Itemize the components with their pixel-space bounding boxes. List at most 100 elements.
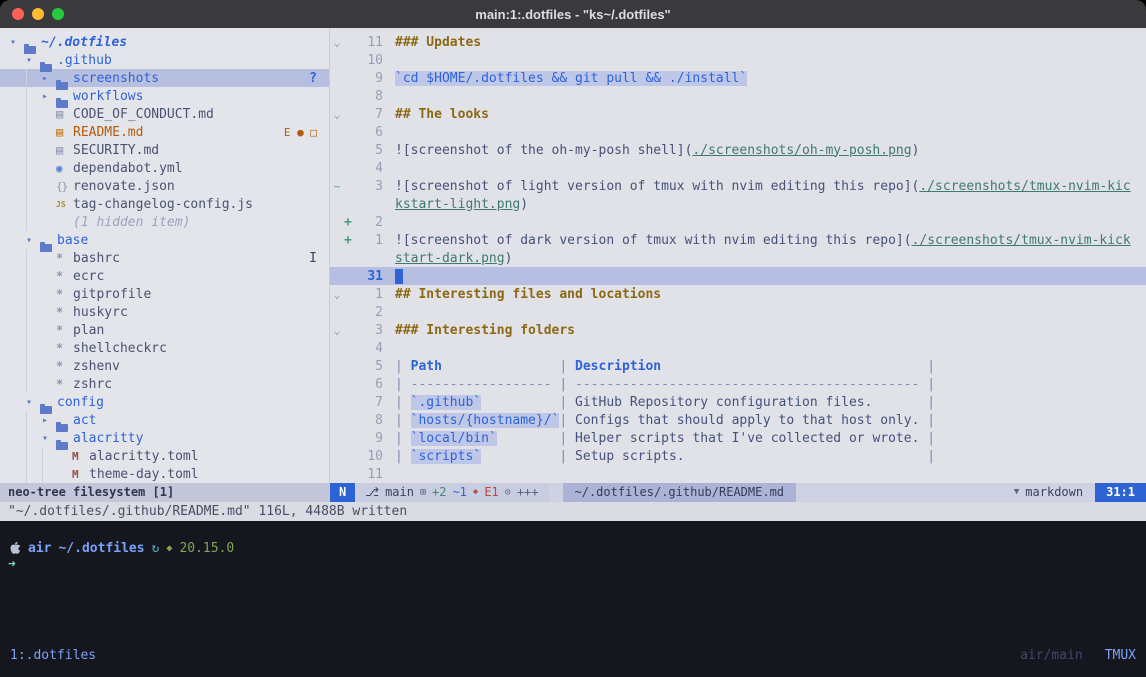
tree-item[interactable]: *zshenv (0, 357, 329, 375)
shell-pane[interactable]: air ~/.dotfiles ↻ ◆ 20.15.0 ➜ 1:.dotfile… (0, 521, 1146, 677)
tree-item[interactable]: ◉dependabot.yml (0, 159, 329, 177)
tree-item[interactable]: ▾config (0, 393, 329, 411)
doc-icon: ▤ (56, 107, 73, 121)
chevron-icon[interactable]: ▾ (26, 55, 40, 66)
syntax-segment: | (559, 359, 575, 374)
line-text: ![screenshot of the oh-my-posh shell](./… (395, 143, 919, 158)
editor-line[interactable]: +1![screenshot of dark version of tmux w… (330, 231, 1146, 249)
syntax-segment: GitHub Repository configuration files. (575, 395, 872, 410)
tree-item[interactable]: ▤CODE_OF_CONDUCT.md (0, 105, 329, 123)
syntax-segment: | (395, 413, 411, 428)
line-text: | ------------------ | -----------------… (395, 377, 935, 392)
editor-line[interactable]: 4 (330, 159, 1146, 177)
tree-item[interactable]: *huskyrc (0, 303, 329, 321)
tree-item-label: ecrc (73, 269, 104, 284)
editor-line[interactable]: 11 (330, 465, 1146, 483)
editor-line[interactable]: 7| `.github` | GitHub Repository configu… (330, 393, 1146, 411)
gitsign-changed[interactable]: ~ (330, 180, 344, 193)
chevron-icon[interactable]: ▾ (26, 397, 40, 408)
tree-item[interactable]: ▸ workflows (0, 87, 329, 105)
syntax-segment: ) (912, 143, 920, 158)
tree-item[interactable]: JStag-changelog-config.js (0, 195, 329, 213)
indent-guide (26, 375, 42, 393)
editor-line[interactable]: start-dark.png) (330, 249, 1146, 267)
tmux-window-tab[interactable]: 1:.dotfiles (10, 648, 96, 663)
syntax-segment: ## The looks (395, 107, 489, 122)
tree-item[interactable]: ▤SECURITY.md (0, 141, 329, 159)
editor-line[interactable]: 9| `local/bin` | Helper scripts that I'v… (330, 429, 1146, 447)
editor-line[interactable]: 10 (330, 51, 1146, 69)
editor-line[interactable]: 9`cd $HOME/.dotfiles && git pull && ./in… (330, 69, 1146, 87)
neotree[interactable]: ▾~/.dotfiles▾.github▸screenshots?▸workfl… (0, 28, 330, 483)
fold-icon[interactable]: ⌄ (330, 36, 344, 49)
minimize-button[interactable] (32, 8, 44, 20)
tree-item-label: alacritty (73, 431, 143, 446)
fold-icon[interactable]: ⌄ (330, 324, 344, 337)
tree-item[interactable]: (1 hidden item) (0, 213, 329, 231)
editor-line[interactable]: 6 (330, 123, 1146, 141)
chevron-icon[interactable]: ▸ (42, 73, 56, 84)
editor-line[interactable]: 5| Path | Description | (330, 357, 1146, 375)
line-number: 7 (357, 395, 383, 410)
shell-prompt: air ~/.dotfiles ↻ ◆ 20.15.0 (8, 539, 1146, 557)
editor-line[interactable]: ⌄3### Interesting folders (330, 321, 1146, 339)
tree-item[interactable]: *zshrc (0, 375, 329, 393)
tree-item[interactable]: *plan (0, 321, 329, 339)
editor-line[interactable]: 10| `scripts` | Setup scripts. | (330, 447, 1146, 465)
chevron-icon[interactable]: ▸ (42, 91, 56, 102)
tree-item[interactable]: {}renovate.json (0, 177, 329, 195)
fold-icon[interactable]: ⌄ (330, 288, 344, 301)
syntax-segment: Setup scripts. (575, 449, 685, 464)
diff-added: +2 (432, 483, 446, 502)
editor-line[interactable]: 8| `hosts/{hostname}/`| Configs that sho… (330, 411, 1146, 429)
editor-line[interactable]: ⌄7## The looks (330, 105, 1146, 123)
syntax-segment (442, 359, 559, 374)
editor-line[interactable]: 31 (330, 267, 1146, 285)
line-number: 6 (357, 377, 383, 392)
tree-item[interactable]: Mtheme-day.toml (0, 465, 329, 483)
prompt-cwd: ~/.dotfiles (58, 541, 144, 556)
tree-item[interactable]: ▾base (0, 231, 329, 249)
tree-item[interactable]: *ecrc (0, 267, 329, 285)
chevron-icon[interactable]: ▾ (26, 235, 40, 246)
line-text: `cd $HOME/.dotfiles && git pull && ./ins… (395, 71, 747, 86)
tree-item[interactable]: *gitprofile (0, 285, 329, 303)
editor-line[interactable]: 2 (330, 303, 1146, 321)
star-icon: * (56, 377, 73, 391)
editor-line[interactable]: 5![screenshot of the oh-my-posh shell](.… (330, 141, 1146, 159)
statusline-info: ⎇ main ⊞ +2 ~1 ◆ E1 ⊙ +++ (355, 483, 548, 502)
indent-guide (10, 69, 26, 87)
editor-line[interactable]: 6 | ------------------ | ----------------… (330, 375, 1146, 393)
titlebar[interactable]: main:1:.dotfiles - "ks~/.dotfiles" (0, 0, 1146, 28)
editor-line[interactable]: 8 (330, 87, 1146, 105)
tree-item[interactable]: ▤README.mdE ● □ (0, 123, 329, 141)
tree-item[interactable]: ▾~/.dotfiles (0, 33, 329, 51)
tree-item-label: workflows (73, 89, 143, 104)
editor-line[interactable]: ~3![screenshot of light version of tmux … (330, 177, 1146, 195)
tree-item[interactable]: Malacritty.toml (0, 447, 329, 465)
indent-guide (26, 123, 42, 141)
tree-item[interactable]: ▾ alacritty (0, 429, 329, 447)
editor-buffer[interactable]: ⌄11### Updates109`cd $HOME/.dotfiles && … (330, 28, 1146, 483)
chevron-icon[interactable]: ▾ (42, 433, 56, 444)
zoom-button[interactable] (52, 8, 64, 20)
chevron-icon[interactable]: ▾ (10, 37, 24, 48)
syntax-segment: | (927, 449, 935, 464)
tree-item[interactable]: *shellcheckrc (0, 339, 329, 357)
close-button[interactable] (12, 8, 24, 20)
tree-item[interactable]: ▾.github (0, 51, 329, 69)
editor-line[interactable]: kstart-light.png) (330, 195, 1146, 213)
line-number: 1 (357, 233, 383, 248)
prompt-arrow[interactable]: ➜ (8, 557, 1146, 575)
editor-line[interactable]: ⌄11### Updates (330, 33, 1146, 51)
editor-line[interactable]: 4 (330, 339, 1146, 357)
editor-line[interactable]: ⌄1## Interesting files and locations (330, 285, 1146, 303)
syntax-segment (481, 395, 559, 410)
syntax-segment (497, 431, 560, 446)
chevron-icon[interactable]: ▸ (42, 415, 56, 426)
editor-line[interactable]: +2 (330, 213, 1146, 231)
syntax-segment: Description (575, 359, 661, 374)
tree-item-label: gitprofile (73, 287, 151, 302)
line-number: 11 (357, 35, 383, 50)
fold-icon[interactable]: ⌄ (330, 108, 344, 121)
